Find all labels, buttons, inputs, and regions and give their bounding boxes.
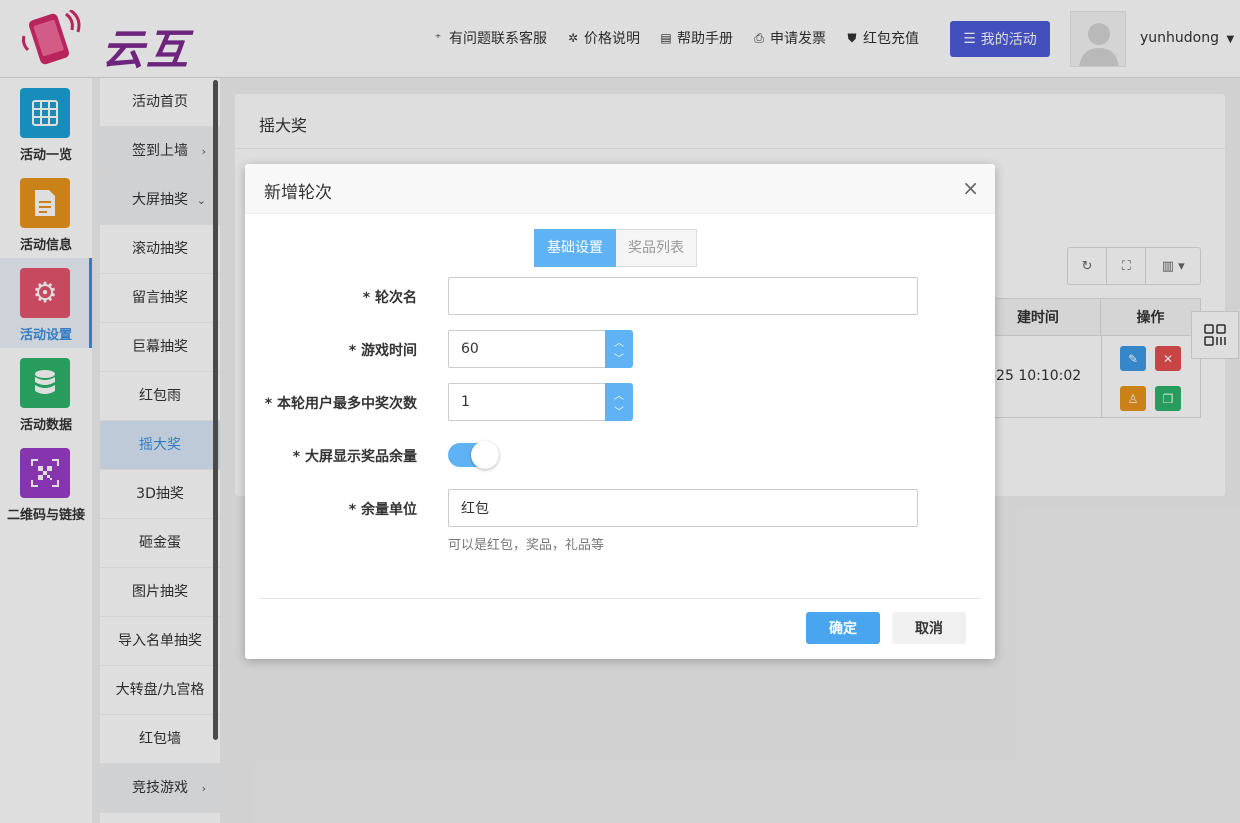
tab-prize-list[interactable]: 奖品列表 — [616, 229, 697, 267]
remaining-unit-hint: 可以是红包，奖品，礼品等 — [448, 538, 605, 553]
field-label: * 游戏时间 — [348, 343, 417, 359]
round-name-input[interactable] — [448, 277, 918, 315]
form-row-remaining-unit: * 余量单位 — [245, 489, 995, 527]
show-remaining-toggle[interactable] — [448, 441, 499, 469]
add-round-dialog: 新增轮次 × 基础设置 奖品列表 * 轮次名 * 游戏时间 ︿ ﹀ * 本轮用户… — [245, 164, 995, 659]
dialog-header: 新增轮次 × — [245, 164, 995, 214]
field-label: * 本轮用户最多中奖次数 — [264, 396, 417, 412]
game-time-stepper[interactable]: ︿ ﹀ — [605, 330, 633, 368]
cancel-button[interactable]: 取消 — [892, 612, 966, 644]
form-row-max-wins: * 本轮用户最多中奖次数 ︿ ﹀ — [245, 383, 995, 421]
dialog-title: 新增轮次 — [264, 183, 332, 203]
form-row-round-name: * 轮次名 — [245, 277, 995, 315]
chevron-down-icon[interactable]: ﹀ — [605, 403, 633, 418]
form-row-show-remaining: * 大屏显示奖品余量 — [245, 436, 995, 474]
game-time-input[interactable] — [448, 330, 606, 368]
remaining-unit-input[interactable] — [448, 489, 918, 527]
chevron-up-icon[interactable]: ︿ — [605, 387, 633, 402]
dialog-footer-divider — [259, 598, 981, 599]
toggle-knob — [471, 441, 499, 469]
field-label: * 大屏显示奖品余量 — [292, 449, 417, 465]
confirm-button[interactable]: 确定 — [806, 612, 880, 644]
dialog-tabs: 基础设置 奖品列表 — [534, 229, 697, 267]
chevron-down-icon[interactable]: ﹀ — [605, 350, 633, 365]
tab-basic-settings[interactable]: 基础设置 — [534, 229, 616, 267]
max-wins-input[interactable] — [448, 383, 606, 421]
max-wins-stepper[interactable]: ︿ ﹀ — [605, 383, 633, 421]
field-label: * 轮次名 — [362, 290, 417, 306]
form-row-game-time: * 游戏时间 ︿ ﹀ — [245, 330, 995, 368]
chevron-up-icon[interactable]: ︿ — [605, 334, 633, 349]
field-label: * 余量单位 — [348, 502, 417, 518]
close-button[interactable]: × — [962, 176, 979, 200]
